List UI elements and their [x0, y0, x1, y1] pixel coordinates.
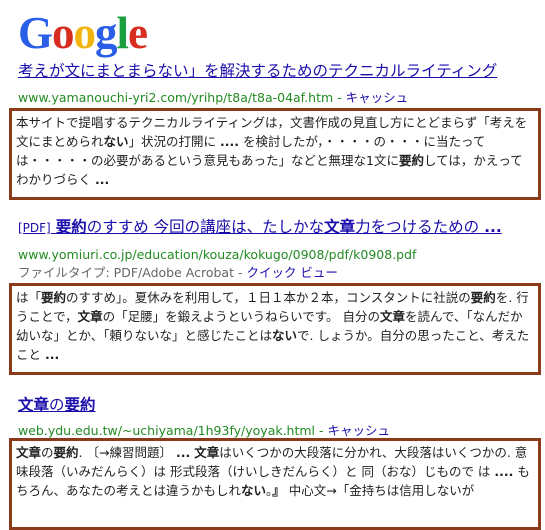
logo-letter: o: [52, 8, 74, 58]
result-snippet: 本サイトで提唱するテクニカルライティングは，文書作成の見直し方にとどまらず「考え…: [9, 108, 541, 200]
result-url: web.ydu.edu.tw/~uchiyama/1h93fy/yoyak.ht…: [18, 423, 316, 438]
cache-link[interactable]: キャッシュ: [328, 423, 391, 438]
result-snippet: 文章の要約. 〔→練習問題〕 ... 文章はいくつかの大段落に分かれ、大段落はい…: [9, 438, 541, 530]
logo-letter: G: [18, 8, 53, 58]
result-url-line: web.ydu.edu.tw/~uchiyama/1h93fy/yoyak.ht…: [18, 423, 391, 438]
result-url: www.yomiuri.co.jp/education/kouza/kokugo…: [18, 247, 417, 262]
result-title[interactable]: 文章の要約: [18, 395, 96, 415]
logo-letter: l: [116, 8, 129, 58]
result-title-line[interactable]: [PDF] 要約のすすめ 今回の講座は、たしかな文章力をつけるための ...: [18, 217, 502, 238]
result-url-line: www.yamanouchi-yri2.com/yrihp/t8a/t8a-04…: [18, 90, 409, 105]
result-url: www.yamanouchi-yri2.com/yrihp/t8a/t8a-04…: [18, 90, 334, 105]
result-snippet: は「要約のすすめ」。夏休みを利用して，１日１本か２本，コンスタントに社説の要約を…: [9, 283, 541, 375]
cache-link[interactable]: キャッシュ: [346, 90, 409, 105]
google-logo[interactable]: Google: [18, 8, 148, 58]
quick-view-link[interactable]: クイック ビュー: [246, 265, 337, 280]
result-title[interactable]: 考えが文にまとまらない」を解決するためのテクニカルライティング: [18, 61, 497, 81]
result-meta-line: ファイルタイプ: PDF/Adobe Acrobat - クイック ビュー: [18, 265, 338, 280]
result-title[interactable]: 要約のすすめ 今回の講座は、たしかな文章力をつけるための ...: [56, 218, 502, 236]
logo-letter: g: [95, 8, 117, 58]
logo-letter: o: [73, 8, 96, 58]
pdf-tag: [PDF]: [18, 221, 51, 235]
logo-letter: e: [128, 8, 148, 58]
filetype-label: ファイルタイプ: PDF/Adobe Acrobat: [18, 265, 234, 280]
